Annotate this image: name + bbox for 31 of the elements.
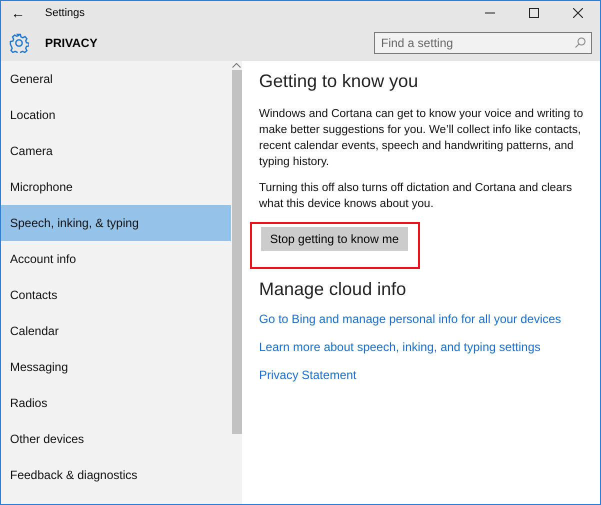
sidebar-item[interactable]: General — [1, 61, 231, 97]
sidebar-item[interactable]: Messaging — [1, 349, 231, 385]
scrollbar[interactable] — [231, 61, 242, 504]
maximize-icon[interactable] — [529, 8, 539, 18]
scrollbar-thumb[interactable] — [232, 70, 242, 434]
close-icon[interactable] — [573, 8, 583, 18]
stop-button[interactable]: Stop getting to know me — [261, 227, 408, 251]
sidebar-item[interactable]: Microphone — [1, 169, 231, 205]
description-text: Windows and Cortana can get to know your voice and writing to make better suggestions for you. We’ll collect info like contacts, recent calendar events, speech and handwriting patterns, and typing history. — [259, 107, 584, 170]
scroll-up-icon[interactable] — [232, 63, 241, 68]
sidebar-item[interactable]: Camera — [1, 133, 231, 169]
link[interactable]: Go to Bing and manage personal info for all your devices — [259, 312, 562, 326]
sidebar-item[interactable]: Account info — [1, 241, 231, 277]
sidebar-item[interactable]: Location — [1, 97, 231, 133]
section-heading: Manage cloud info — [259, 279, 406, 300]
sidebar-item[interactable]: Contacts — [1, 277, 231, 313]
sidebar-item[interactable]: Radios — [1, 385, 231, 421]
sidebar-item[interactable]: Feedback & diagnostics — [1, 457, 231, 493]
section-heading: Getting to know you — [259, 71, 418, 92]
window-title: Settings — [45, 7, 85, 19]
search-icon — [575, 37, 586, 48]
gear-icon — [9, 33, 29, 53]
page-title: PRIVACY — [45, 36, 98, 50]
link[interactable]: Privacy Statement — [259, 368, 356, 382]
sidebar-item[interactable]: Speech, inking, & typing — [1, 205, 231, 241]
description-text: Turning this off also turns off dictation and Cortana and clears what this device knows about you. — [259, 181, 574, 212]
sidebar-item[interactable]: Other devices — [1, 421, 231, 457]
search-field[interactable]: Find a setting — [374, 32, 592, 54]
back-button[interactable]: ← — [1, 5, 35, 21]
link[interactable]: Learn more about speech, inking, and typing settings — [259, 340, 541, 354]
sidebar-item[interactable]: Calendar — [1, 313, 231, 349]
